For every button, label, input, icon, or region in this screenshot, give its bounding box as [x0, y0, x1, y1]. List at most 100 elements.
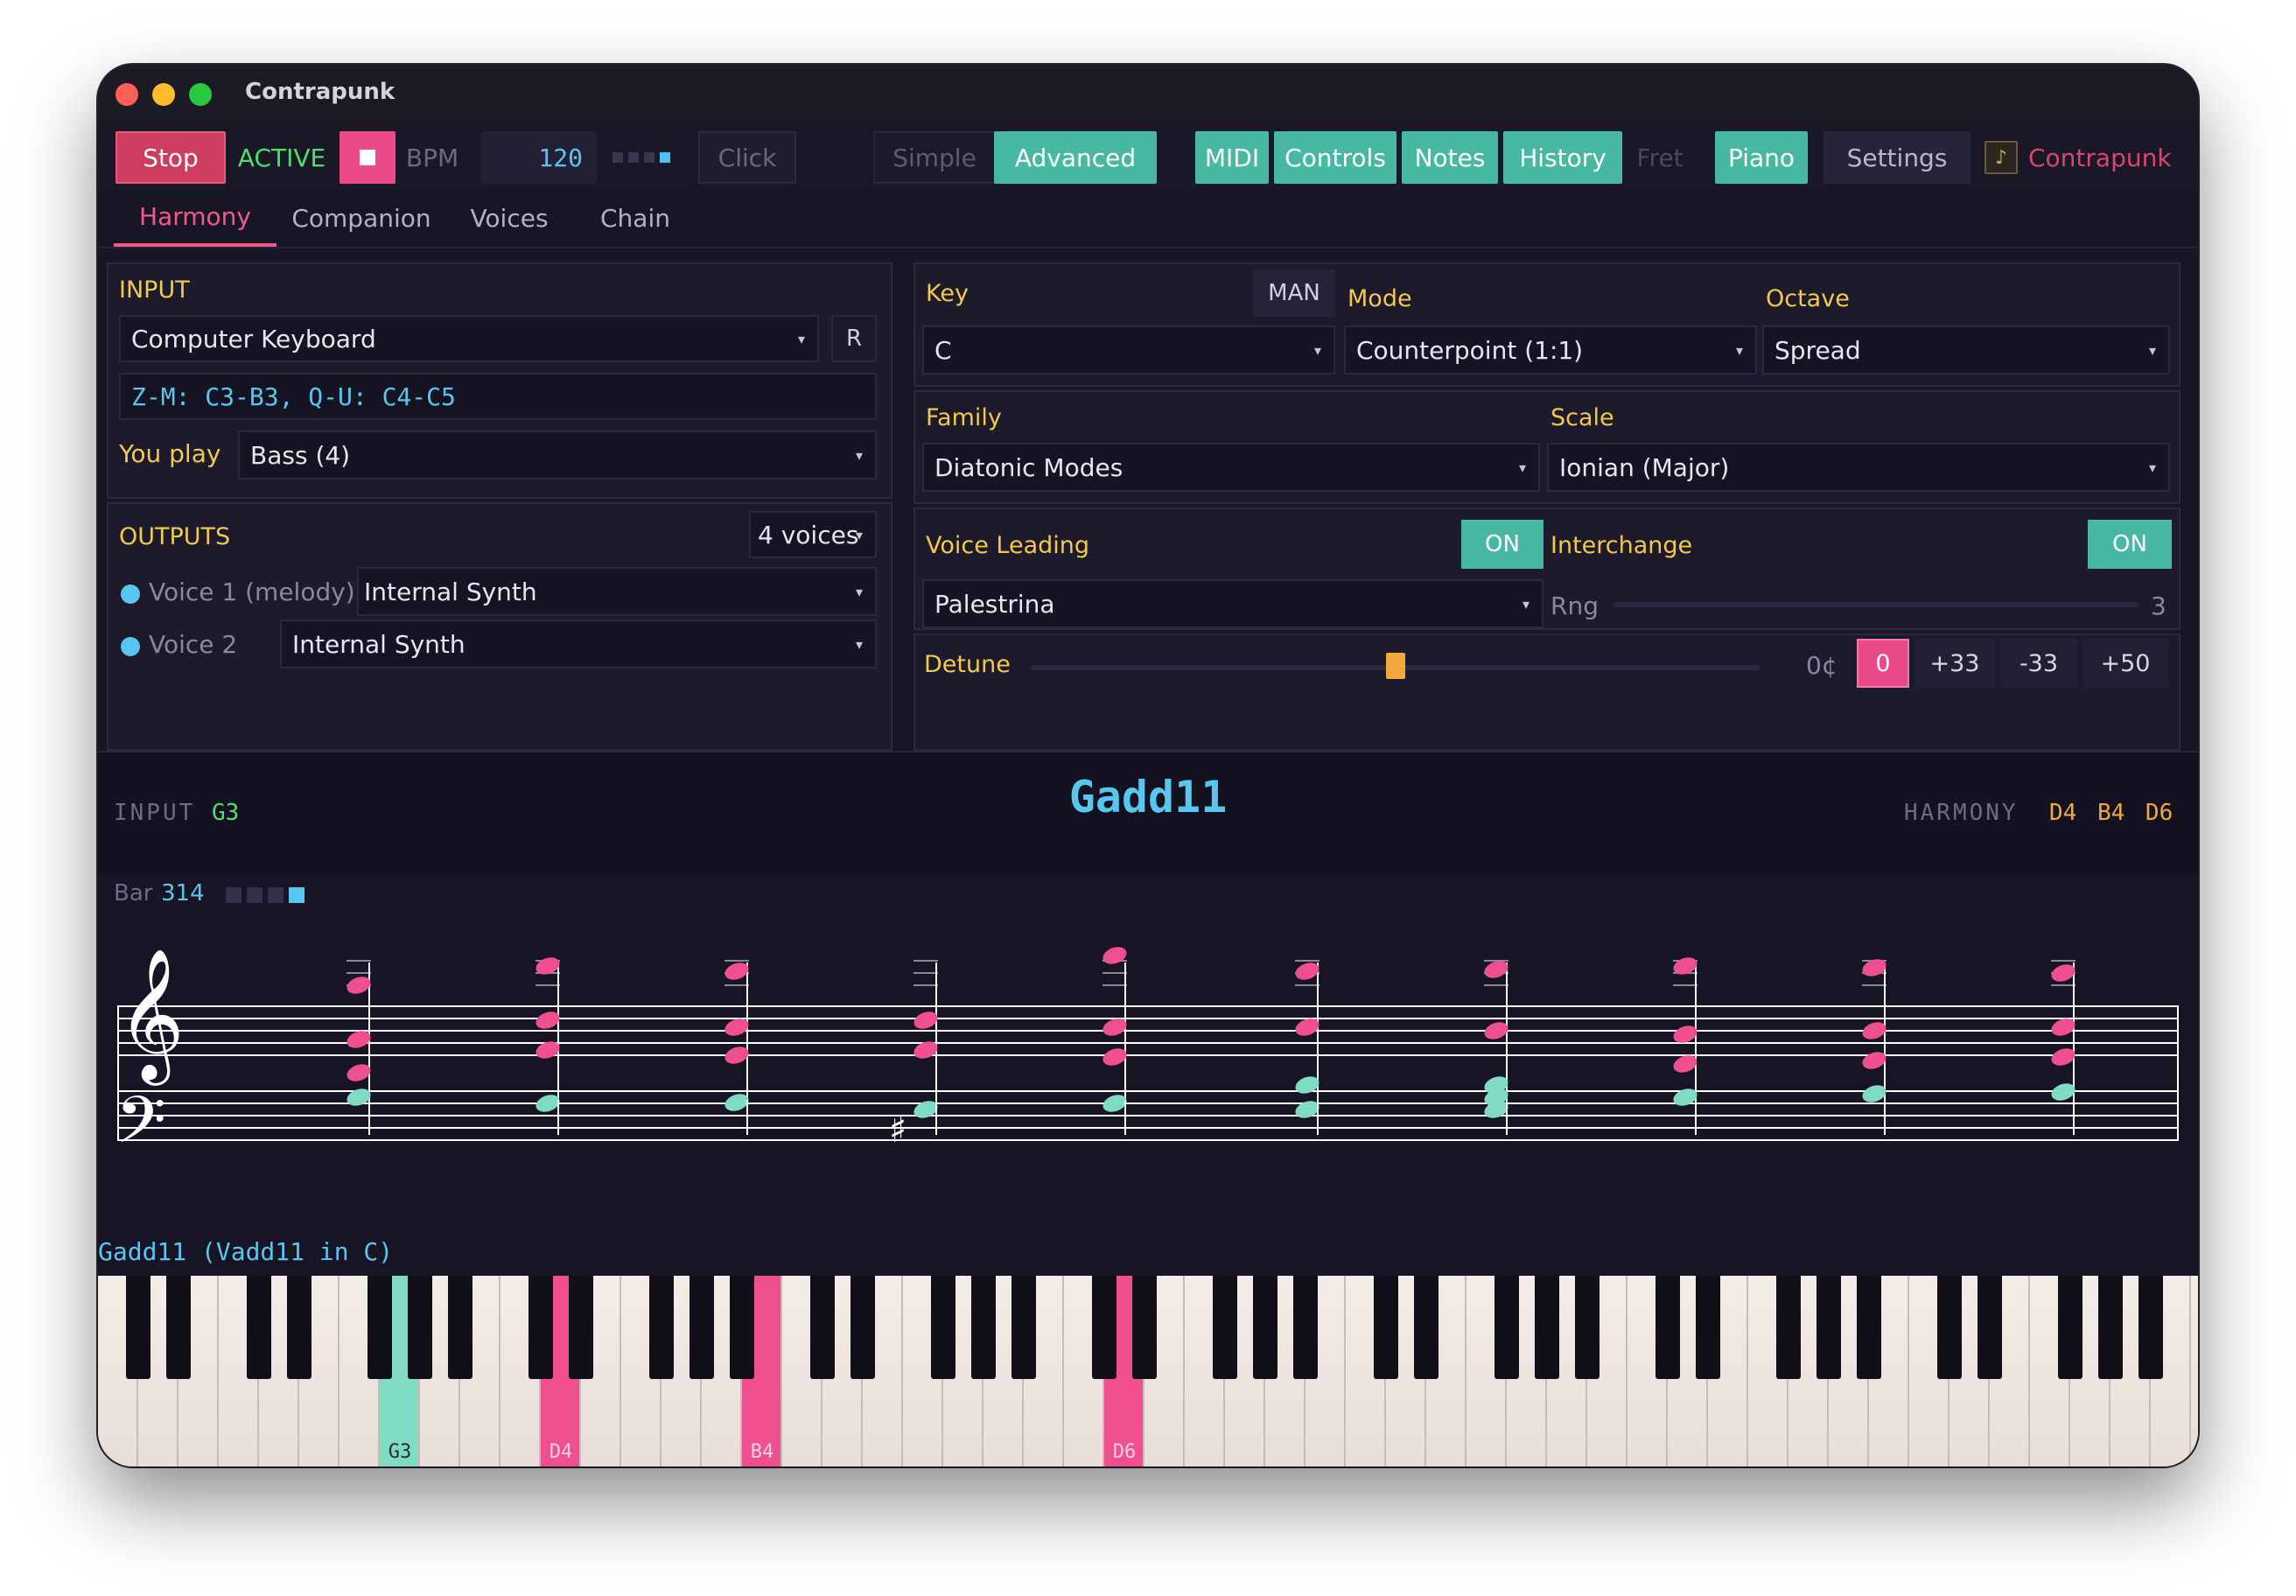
piano-black-key[interactable] — [730, 1276, 754, 1379]
midi-button[interactable]: MIDI — [1195, 131, 1269, 184]
piano-black-key[interactable] — [1978, 1276, 2002, 1379]
range-slider-track[interactable] — [1614, 602, 2138, 607]
piano-black-key[interactable] — [1374, 1276, 1398, 1379]
bpm-input[interactable]: 120 — [481, 131, 597, 184]
beat-position-indicator — [226, 887, 304, 903]
detune-value: 0¢ — [1806, 651, 1838, 680]
piano-black-key[interactable] — [569, 1276, 593, 1379]
refresh-button[interactable]: R — [831, 315, 877, 362]
piano-black-key[interactable] — [1535, 1276, 1559, 1379]
voice-1-synth-select[interactable]: Internal Synth ▾ — [357, 567, 877, 616]
advanced-mode-button[interactable]: Advanced — [994, 131, 1157, 184]
voice-leading-select[interactable]: Palestrina ▾ — [922, 579, 1544, 628]
stop-button[interactable]: Stop — [116, 131, 226, 184]
manual-key-button[interactable]: MAN — [1253, 270, 1335, 317]
scale-select[interactable]: Ionian (Major) ▾ — [1547, 443, 2170, 492]
piano-black-key[interactable] — [126, 1276, 150, 1379]
close-window-button[interactable] — [116, 83, 138, 106]
piano-black-key[interactable] — [287, 1276, 312, 1379]
voice-1-synth-value: Internal Synth — [364, 577, 537, 606]
family-value: Diatonic Modes — [934, 452, 1124, 482]
piano-black-key[interactable] — [528, 1276, 553, 1379]
piano-black-key[interactable] — [1816, 1276, 1841, 1379]
detune-preset-0-button[interactable]: 0 — [1857, 639, 1909, 688]
mode-select[interactable]: Counterpoint (1:1) ▾ — [1344, 326, 1757, 374]
piano-key-c10[interactable] — [2191, 1276, 2198, 1466]
tab-harmony[interactable]: Harmony — [114, 189, 276, 247]
bar-label: Bar — [114, 880, 153, 906]
chevron-down-icon: ▾ — [2148, 341, 2156, 359]
piano-black-key[interactable] — [1937, 1276, 1962, 1379]
detune-preset-plus33-button[interactable]: +33 — [1914, 639, 1995, 688]
click-button[interactable]: Click — [698, 131, 796, 184]
voice-leading-toggle[interactable]: ON — [1461, 520, 1544, 569]
detune-preset-minus33-button[interactable]: -33 — [2000, 639, 2077, 688]
detune-slider-thumb[interactable] — [1386, 653, 1405, 679]
chord-input-label: INPUT — [114, 800, 196, 826]
notes-button[interactable]: Notes — [1402, 131, 1498, 184]
you-play-select[interactable]: Bass (4) ▾ — [238, 430, 877, 480]
piano-black-key[interactable] — [1575, 1276, 1600, 1379]
stop-square-icon — [360, 150, 375, 165]
settings-button[interactable]: Settings — [1824, 131, 1970, 184]
piano-black-key[interactable] — [971, 1276, 996, 1379]
minimize-window-button[interactable] — [152, 83, 175, 106]
mode-label: Mode — [1348, 285, 1412, 312]
piano-black-key[interactable] — [2098, 1276, 2123, 1379]
brand-name: Contrapunk — [2028, 143, 2172, 172]
piano-black-key[interactable] — [1656, 1276, 1680, 1379]
family-label: Family — [926, 404, 1002, 431]
interchange-toggle[interactable]: ON — [2088, 520, 2172, 569]
tab-companion[interactable]: Companion — [287, 189, 436, 247]
octave-label: Octave — [1766, 285, 1850, 312]
piano-black-key[interactable] — [1494, 1276, 1519, 1379]
input-device-select[interactable]: Computer Keyboard ▾ — [119, 315, 819, 362]
piano-black-key[interactable] — [690, 1276, 714, 1379]
piano-black-key[interactable] — [166, 1276, 191, 1379]
piano-black-key[interactable] — [247, 1276, 271, 1379]
piano-black-key[interactable] — [2058, 1276, 2082, 1379]
piano-black-key[interactable] — [448, 1276, 472, 1379]
piano-black-key[interactable] — [1776, 1276, 1801, 1379]
detune-preset-plus50-button[interactable]: +50 — [2082, 639, 2168, 688]
piano-black-key[interactable] — [1293, 1276, 1318, 1379]
fret-button[interactable]: Fret — [1628, 131, 1692, 184]
piano-black-key[interactable] — [850, 1276, 875, 1379]
piano-black-key[interactable] — [1092, 1276, 1116, 1379]
chevron-down-icon: ▾ — [797, 330, 805, 347]
record-button[interactable] — [340, 131, 396, 184]
piano-black-key[interactable] — [2138, 1276, 2163, 1379]
app-window: Contrapunk Stop ACTIVE BPM 120 Click Sim… — [98, 65, 2198, 1466]
octave-select[interactable]: Spread ▾ — [1762, 326, 2170, 374]
zoom-window-button[interactable] — [189, 83, 212, 106]
voice-2-synth-select[interactable]: Internal Synth ▾ — [280, 620, 877, 668]
tab-chain[interactable]: Chain — [576, 189, 695, 247]
controls-button[interactable]: Controls — [1274, 131, 1396, 184]
octave-value: Spread — [1774, 335, 1861, 365]
piano-black-key[interactable] — [1213, 1276, 1237, 1379]
piano-black-key[interactable] — [1857, 1276, 1881, 1379]
outputs-panel: OUTPUTS 4 voices ▾ Voice 1 (melody) Inter… — [107, 502, 892, 751]
piano-black-key[interactable] — [649, 1276, 674, 1379]
family-select[interactable]: Diatonic Modes ▾ — [922, 443, 1540, 492]
piano-black-key[interactable] — [1253, 1276, 1278, 1379]
voice-2-label: Voice 2 — [149, 630, 238, 659]
piano-black-key[interactable] — [1132, 1276, 1157, 1379]
piano-black-key[interactable] — [1414, 1276, 1438, 1379]
key-select[interactable]: C ▾ — [922, 326, 1335, 374]
simple-mode-button[interactable]: Simple — [873, 131, 996, 184]
piano-black-key[interactable] — [1696, 1276, 1720, 1379]
piano-black-key[interactable] — [931, 1276, 956, 1379]
history-button[interactable]: History — [1503, 131, 1622, 184]
beat-dot — [644, 152, 654, 163]
voice-count-value: 4 voices — [758, 520, 859, 550]
tab-voices[interactable]: Voices — [448, 189, 570, 247]
piano-black-key[interactable] — [408, 1276, 432, 1379]
piano-black-key[interactable] — [810, 1276, 835, 1379]
piano-button[interactable]: Piano — [1715, 131, 1808, 184]
piano-black-key[interactable] — [1012, 1276, 1036, 1379]
voice-count-select[interactable]: 4 voices ▾ — [749, 511, 877, 558]
voice-leading-panel: Voice Leading ON Palestrina ▾ Interchange… — [914, 508, 2180, 630]
mode-value: Counterpoint (1:1) — [1356, 335, 1584, 365]
piano-black-key[interactable] — [368, 1276, 392, 1379]
